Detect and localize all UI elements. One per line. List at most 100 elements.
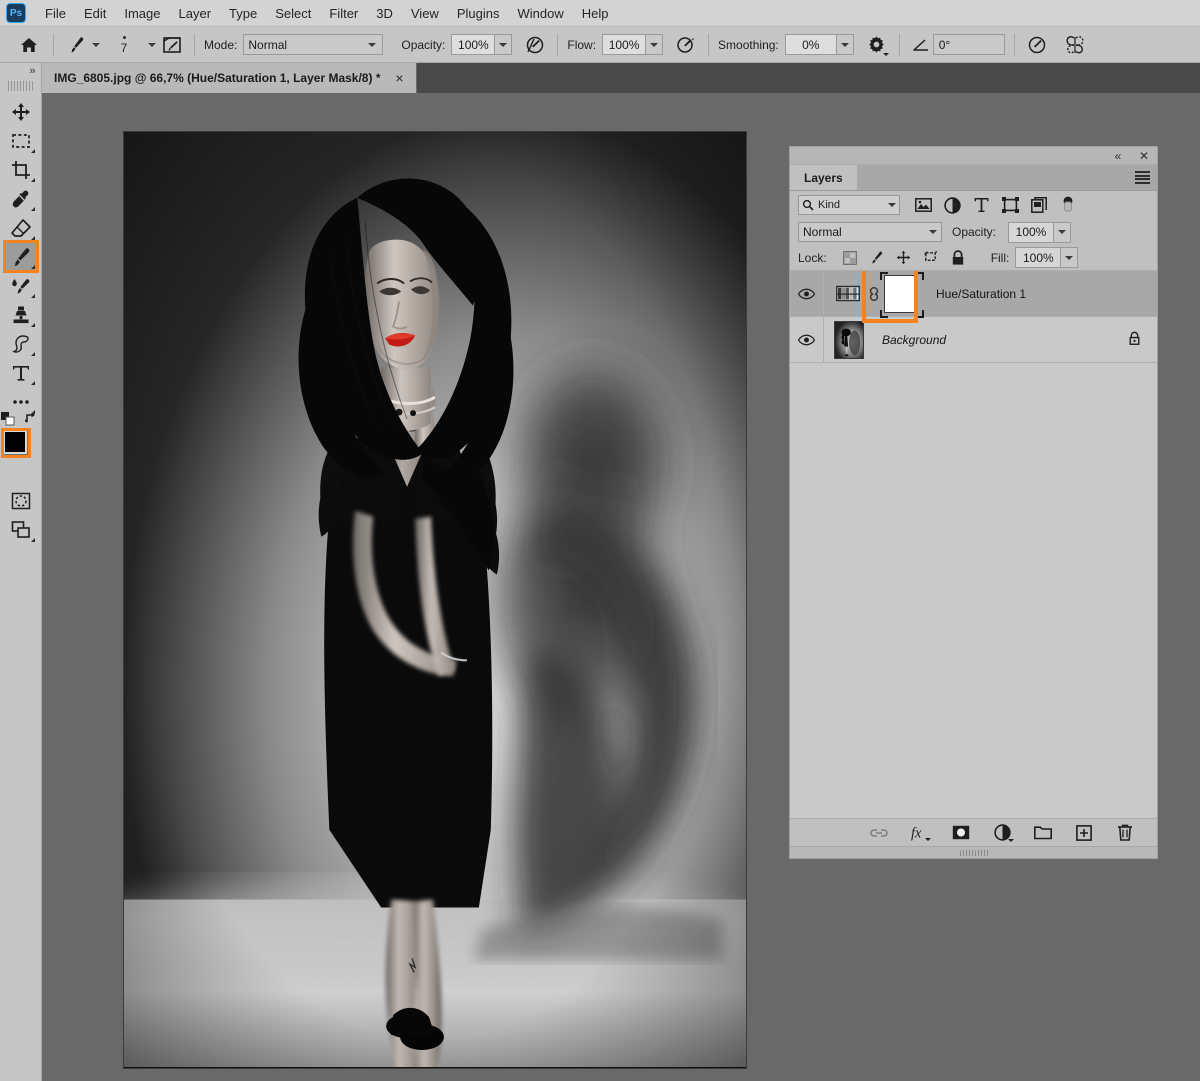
swap-colors-icon[interactable] [23,411,39,425]
pressure-size-icon[interactable] [1024,32,1050,58]
type-layer-filter-icon[interactable] [971,195,991,215]
symmetry-butterfly-icon[interactable] [1062,32,1088,58]
new-adjustment-layer-button[interactable] [992,823,1014,843]
flow-dropdown-button[interactable] [646,34,664,55]
menu-item-layer[interactable]: Layer [170,2,221,25]
panel-menu-icon[interactable] [1135,171,1150,184]
brush-settings-panel-icon[interactable] [159,32,185,58]
eyedropper-tool[interactable] [5,184,37,213]
opacity-dropdown-button[interactable] [495,34,513,55]
move-tool[interactable] [5,97,37,126]
brush-icon[interactable] [63,32,89,58]
tab-layers[interactable]: Layers [790,165,857,190]
layer-visibility-toggle[interactable] [790,271,824,316]
background-layer-thumbnail[interactable] [834,320,864,359]
menu-item-3d[interactable]: 3D [367,2,402,25]
brush-size-dropdown-caret[interactable] [145,34,159,56]
gear-icon[interactable] [864,32,890,58]
menu-item-view[interactable]: View [402,2,448,25]
shape-layer-filter-icon[interactable] [1000,195,1020,215]
eraser-tool[interactable] [5,213,37,242]
menu-item-help[interactable]: Help [573,2,618,25]
layer-fill-dropdown-button[interactable] [1061,247,1079,268]
chevron-down-icon [888,203,896,207]
smudge-tool[interactable] [5,329,37,358]
flow-input[interactable]: 100% [602,34,647,55]
lock-image-pixels-icon[interactable] [868,249,886,267]
filter-kind-select[interactable]: Kind [798,195,900,215]
close-icon[interactable]: × [392,70,406,86]
new-group-button[interactable] [1033,823,1053,843]
layer-name[interactable]: Hue/Saturation 1 [936,287,1026,301]
menu-item-image[interactable]: Image [115,2,169,25]
tool-submenu-indicator [30,236,35,240]
panel-resize-handle[interactable] [790,846,1157,858]
table-row[interactable]: Background [790,317,1157,363]
brush-size-indicator[interactable]: 7 [103,30,145,60]
layer-name[interactable]: Background [882,333,946,347]
divider [53,33,54,56]
layer-opacity-input[interactable]: 100% [1008,221,1055,243]
layers-list[interactable]: Hue/Saturation 1 Background [790,271,1157,818]
mask-selection-indicator [880,271,924,318]
menu-item-select[interactable]: Select [266,2,320,25]
brush-angle-input[interactable]: 0° [932,34,1005,55]
expand-toolbar-button[interactable]: » [0,63,42,79]
pixel-layer-filter-icon[interactable] [913,195,933,215]
collapse-panel-icon[interactable]: « [1111,149,1125,163]
rectangular-marquee-tool[interactable] [5,126,37,155]
blend-mode-select[interactable]: Normal [243,34,384,55]
add-layer-mask-button[interactable] [951,823,971,843]
clone-stamp-tool[interactable] [5,300,37,329]
table-row[interactable]: Hue/Saturation 1 [790,271,1157,323]
brush-preset-dropdown-caret[interactable] [89,34,103,56]
smart-object-filter-icon[interactable] [1029,195,1049,215]
lock-position-icon[interactable] [895,249,913,267]
lock-all-icon[interactable] [949,249,967,267]
adjustment-layer-filter-icon[interactable] [942,195,962,215]
lock-transparent-pixels-icon[interactable] [841,249,859,267]
layer-opacity-dropdown-button[interactable] [1054,221,1072,243]
home-icon[interactable] [14,32,44,58]
menu-item-filter[interactable]: Filter [320,2,367,25]
layer-fill-input[interactable]: 100% [1015,247,1062,268]
document-tab-title: IMG_6805.jpg @ 66,7% (Hue/Saturation 1, … [54,71,381,85]
menu-item-edit[interactable]: Edit [75,2,115,25]
quick-mask-icon[interactable] [5,486,37,515]
type-tool[interactable] [5,358,37,387]
smoothing-dropdown-button[interactable] [836,34,854,55]
adjustment-layer-thumbnail[interactable] [836,284,860,304]
close-icon[interactable]: ✕ [1137,149,1151,163]
menu-item-type[interactable]: Type [220,2,266,25]
opacity-input[interactable]: 100% [451,34,496,55]
lock-artboard-icon[interactable] [922,249,940,267]
eye-icon [798,288,815,299]
layer-visibility-toggle[interactable] [790,317,824,362]
brush-tool[interactable] [2,240,39,273]
layer-locked-icon [1128,330,1141,349]
filter-toggle-icon[interactable] [1058,195,1078,215]
crop-tool[interactable] [5,155,37,184]
airbrush-icon[interactable] [673,32,699,58]
pressure-opacity-icon[interactable] [522,32,548,58]
image-canvas[interactable] [123,131,747,1069]
new-layer-button[interactable] [1074,823,1094,843]
layer-opacity-label: Opacity: [952,225,997,239]
menu-item-window[interactable]: Window [508,2,572,25]
smoothing-input[interactable]: 0% [784,34,837,55]
menu-item-file[interactable]: File [36,2,75,25]
layer-blend-mode-select[interactable]: Normal [798,222,942,242]
foreground-color-swatch[interactable] [1,429,28,455]
toolbar-drag-handle[interactable] [7,81,34,91]
layer-style-button[interactable]: fx [910,823,931,843]
layer-mask-thumbnail[interactable] [880,271,924,318]
divider [708,33,710,56]
default-colors-icon[interactable] [0,412,15,426]
menu-item-plugins[interactable]: Plugins [448,2,509,25]
mask-link-icon[interactable] [866,285,882,303]
document-tab[interactable]: IMG_6805.jpg @ 66,7% (Hue/Saturation 1, … [42,63,418,93]
healing-brush-tool[interactable] [5,271,37,300]
screen-mode-icon[interactable] [5,515,37,544]
link-layers-button[interactable] [869,823,889,843]
delete-layer-button[interactable] [1115,823,1135,843]
